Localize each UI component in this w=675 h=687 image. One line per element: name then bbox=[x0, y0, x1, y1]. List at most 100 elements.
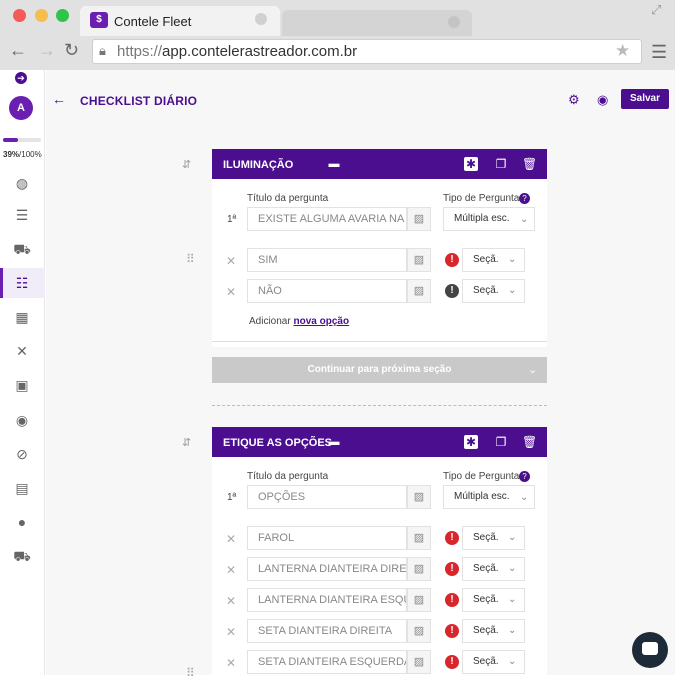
bookmark-star-icon[interactable]: ★ bbox=[615, 41, 630, 61]
tire-icon[interactable]: ◉ bbox=[13, 411, 31, 429]
save-button[interactable]: Salvar bbox=[621, 89, 669, 109]
option-input[interactable]: LANTERNA DIANTEIRA DIRE bbox=[247, 557, 407, 581]
image-icon[interactable]: ▨ bbox=[407, 650, 431, 674]
option-input[interactable]: LANTERNA DIANTEIRA ESQU bbox=[247, 588, 407, 612]
section-separator bbox=[212, 405, 547, 406]
fuel-icon[interactable]: ▣ bbox=[13, 376, 31, 394]
section-title: ILUMINAÇÃO bbox=[223, 159, 294, 171]
menu-icon[interactable]: ☰ bbox=[651, 42, 667, 63]
globe-icon[interactable]: ◍ bbox=[13, 174, 31, 192]
avatar[interactable]: A bbox=[9, 96, 33, 120]
reorder-section-icon[interactable]: ⇵ bbox=[182, 158, 191, 171]
block-icon[interactable]: ⊘ bbox=[13, 445, 31, 463]
image-icon[interactable]: ▨ bbox=[407, 207, 431, 231]
lock-icon: 🔒︎ bbox=[99, 43, 106, 58]
browser-chrome: $ Contele Fleet ⤢ ← → ↻ 🔒︎ https://app.c… bbox=[0, 0, 675, 70]
edit-title-icon[interactable]: ▬ bbox=[327, 157, 341, 171]
maximize-window-button[interactable] bbox=[56, 9, 69, 22]
trash-icon[interactable]: 🗑︎ bbox=[522, 157, 537, 171]
expand-sidebar-icon[interactable]: ➔ bbox=[15, 72, 27, 84]
remove-option-icon[interactable]: ✕ bbox=[226, 254, 236, 268]
remove-option-icon[interactable]: ✕ bbox=[226, 594, 236, 608]
car-icon[interactable]: ⛟ bbox=[13, 547, 31, 565]
section-header: ETIQUE AS OPÇÕES ▬ ✱ ❐ 🗑︎ bbox=[212, 427, 547, 457]
option-input[interactable]: FAROL bbox=[247, 526, 407, 550]
close-window-button[interactable] bbox=[13, 9, 26, 22]
forward-icon[interactable]: → bbox=[38, 40, 56, 61]
checklist-icon[interactable]: ☷ bbox=[13, 274, 31, 292]
alert-icon[interactable]: ! bbox=[445, 624, 459, 638]
divider bbox=[212, 341, 547, 342]
tab-close-icon[interactable] bbox=[448, 16, 460, 28]
required-asterisk-icon[interactable]: ✱ bbox=[464, 157, 478, 171]
alert-icon[interactable]: ! bbox=[445, 531, 459, 545]
reload-icon[interactable]: ↻ bbox=[64, 40, 79, 61]
alert-icon[interactable]: ! bbox=[445, 253, 459, 267]
url-host: app.contelerastreador.com.br bbox=[162, 43, 358, 60]
main-content: ← CHECKLIST DIÁRIO ⚙ ◉ Salvar ⇵ ILUMINAÇ… bbox=[46, 70, 675, 687]
image-icon[interactable]: ▨ bbox=[407, 588, 431, 612]
drag-handle-icon[interactable]: ⠿ bbox=[186, 666, 195, 680]
alert-icon[interactable]: ! bbox=[445, 284, 459, 298]
reorder-section-icon[interactable]: ⇵ bbox=[182, 436, 191, 449]
alert-icon[interactable]: ! bbox=[445, 593, 459, 607]
question-number: 1ª bbox=[227, 214, 237, 225]
image-icon[interactable]: ▨ bbox=[407, 619, 431, 643]
page-title: CHECKLIST DIÁRIO bbox=[80, 94, 198, 108]
section-card: ILUMINAÇÃO ▬ ✱ ❐ 🗑︎ Título da pergunta T… bbox=[212, 149, 547, 347]
option-input[interactable]: NÃO bbox=[247, 279, 407, 303]
duplicate-icon[interactable]: ❐ bbox=[494, 157, 508, 171]
remove-option-icon[interactable]: ✕ bbox=[226, 656, 236, 670]
chevron-down-icon: ⌄ bbox=[508, 625, 517, 636]
help-icon[interactable]: ? bbox=[519, 471, 530, 482]
continue-label: Continuar para próxima seção bbox=[307, 364, 452, 375]
tab-close-icon[interactable] bbox=[255, 13, 267, 25]
chevron-down-icon: ⌄ bbox=[520, 492, 529, 503]
image-icon[interactable]: ▨ bbox=[407, 526, 431, 550]
option-input[interactable]: SETA DIANTEIRA DIREITA bbox=[247, 619, 407, 643]
drag-handle-icon[interactable]: ⠿ bbox=[186, 252, 195, 266]
add-option-link[interactable]: nova opção bbox=[293, 316, 349, 327]
option-input[interactable]: SIM bbox=[247, 248, 407, 272]
question-title-input[interactable]: OPÇÕES bbox=[247, 485, 407, 509]
chat-button[interactable] bbox=[632, 632, 668, 668]
image-icon[interactable]: ▨ bbox=[407, 279, 431, 303]
continue-next-section-button[interactable]: Continuar para próxima seção bbox=[212, 357, 547, 383]
image-icon[interactable]: ▨ bbox=[407, 485, 431, 509]
grid-icon[interactable]: ▦ bbox=[13, 308, 31, 326]
fullscreen-icon[interactable]: ⤢ bbox=[651, 2, 661, 18]
option-input[interactable]: SETA DIANTEIRA ESQUERDA bbox=[247, 650, 407, 674]
id-card-icon[interactable]: ▤ bbox=[13, 479, 31, 497]
image-icon[interactable]: ▨ bbox=[407, 248, 431, 272]
edit-title-icon[interactable]: ▬ bbox=[327, 435, 341, 449]
alert-icon[interactable]: ! bbox=[445, 562, 459, 576]
required-asterisk-icon[interactable]: ✱ bbox=[464, 435, 478, 449]
section-header: ILUMINAÇÃO ▬ ✱ ❐ 🗑︎ bbox=[212, 149, 547, 179]
duplicate-icon[interactable]: ❐ bbox=[494, 435, 508, 449]
question-title-input[interactable]: EXISTE ALGUMA AVARIA NA bbox=[247, 207, 407, 231]
eye-icon[interactable]: ◉ bbox=[597, 92, 608, 108]
browser-tab-new[interactable] bbox=[282, 10, 472, 36]
remove-option-icon[interactable]: ✕ bbox=[226, 563, 236, 577]
list-icon[interactable]: ☰ bbox=[13, 206, 31, 224]
user-icon[interactable]: ● bbox=[13, 513, 31, 531]
trash-icon[interactable]: 🗑︎ bbox=[522, 435, 537, 449]
remove-option-icon[interactable]: ✕ bbox=[226, 532, 236, 546]
tools-icon[interactable]: ✕ bbox=[13, 342, 31, 360]
back-icon[interactable]: ← bbox=[9, 40, 27, 61]
gear-icon[interactable]: ⚙ bbox=[568, 92, 580, 108]
image-icon[interactable]: ▨ bbox=[407, 557, 431, 581]
remove-option-icon[interactable]: ✕ bbox=[226, 625, 236, 639]
alert-icon[interactable]: ! bbox=[445, 655, 459, 669]
address-bar[interactable]: 🔒︎ https://app.contelerastreador.com.br … bbox=[92, 39, 642, 64]
car-icon[interactable]: ⛟ bbox=[13, 240, 31, 258]
question-type-label: Tipo de Pergunta bbox=[443, 193, 520, 204]
chevron-down-icon: ⌄ bbox=[508, 656, 517, 667]
minimize-window-button[interactable] bbox=[35, 9, 48, 22]
back-arrow-icon[interactable]: ← bbox=[52, 91, 66, 107]
help-icon[interactable]: ? bbox=[519, 193, 530, 204]
add-option: Adicionar nova opção bbox=[249, 316, 349, 327]
sidebar: ➔ A 39%/100% ◍ ☰ ⛟ ☷ ▦ ✕ ▣ ◉ ⊘ ▤ ● ⛟ bbox=[0, 70, 45, 675]
remove-option-icon[interactable]: ✕ bbox=[226, 285, 236, 299]
chevron-down-icon: ⌄ bbox=[528, 364, 538, 376]
